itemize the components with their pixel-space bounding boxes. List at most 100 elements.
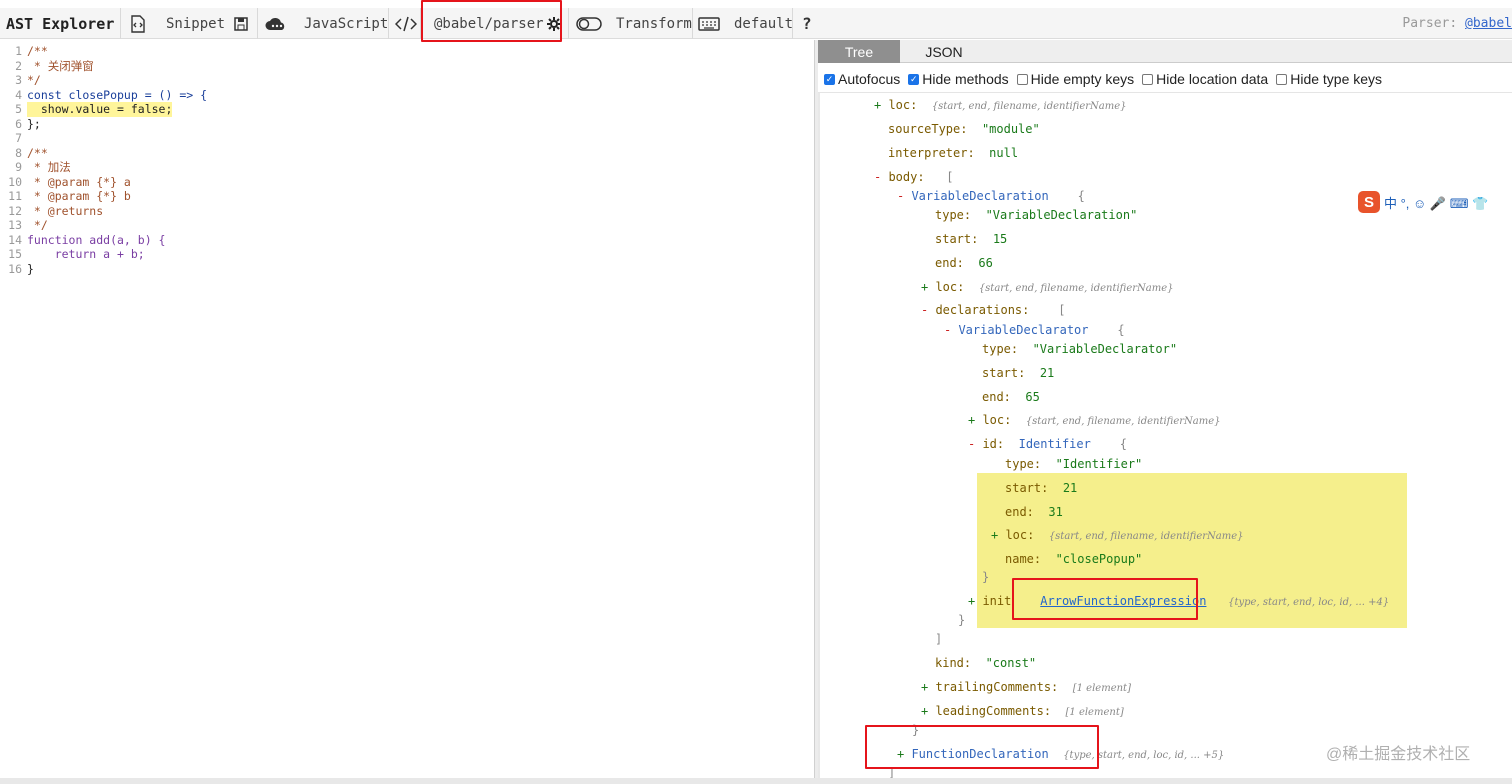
option-label: Hide methods — [922, 71, 1009, 87]
checkbox-hide-location-data[interactable] — [1142, 73, 1154, 85]
tree-node-type: type: "Identifier" — [1005, 456, 1142, 472]
tree-node-body[interactable]: - body: [ — [874, 169, 954, 185]
snippet-menu[interactable]: Snippet — [166, 8, 225, 39]
tree-node-id[interactable]: - id: Identifier { — [968, 436, 1127, 452]
node-key: sourceType: — [888, 122, 968, 136]
language-select[interactable]: JavaScript — [304, 8, 388, 39]
toggle-icon[interactable] — [576, 8, 602, 39]
line-number: 3 — [15, 73, 22, 87]
checkbox-autofocus[interactable]: ✓ — [824, 73, 835, 85]
code-text: } — [27, 261, 34, 276]
node-meta: {start, end, filename, identifierName} — [1048, 531, 1244, 542]
toolbar-divider — [120, 8, 121, 39]
node-type: VariableDeclarator — [958, 323, 1089, 337]
code-text: const closePopup = () => { — [27, 87, 208, 102]
tree-node-function-declaration[interactable]: + FunctionDeclaration {type, start, end,… — [897, 746, 1224, 762]
node-value: 15 — [992, 232, 1008, 246]
toolbar-divider — [568, 8, 569, 39]
keymap-select[interactable]: default — [734, 8, 793, 39]
node-key: start: — [982, 366, 1026, 380]
tree-node-variable-declarator[interactable]: - VariableDeclarator { — [944, 322, 1125, 338]
node-key: leadingComments: — [935, 704, 1052, 718]
line-number: 1 — [15, 44, 22, 58]
transform-toggle[interactable]: Transform — [616, 8, 692, 39]
output-panel: Tree JSON ✓ Autofocus ✓ Hide methods Hide … — [818, 40, 1512, 784]
tab-json[interactable]: JSON — [902, 40, 986, 63]
line-number: 15 — [8, 247, 22, 261]
tree-node-variable-declaration[interactable]: - VariableDeclaration { — [897, 188, 1085, 204]
option-hide-type-keys[interactable]: Hide type keys — [1276, 71, 1382, 87]
checkbox-hide-empty-keys[interactable] — [1016, 73, 1028, 85]
horizontal-scrollbar[interactable] — [0, 778, 1512, 784]
cloud-icon[interactable] — [264, 8, 288, 39]
option-label: Hide empty keys — [1030, 71, 1135, 87]
option-hide-location-data[interactable]: Hide location data — [1142, 71, 1268, 87]
tab-tree[interactable]: Tree — [818, 40, 900, 63]
line-number: 11 — [8, 189, 22, 203]
node-meta: [1 element] — [1065, 707, 1124, 718]
keyboard-icon[interactable] — [698, 8, 720, 39]
tree-node-leading-comments[interactable]: + leadingComments: [1 element] — [921, 703, 1124, 719]
code-editor[interactable]: 1 /** 2 * 关闭弹窗 3 */ 4 const closePopup = ()… — [0, 40, 814, 784]
node-key: end: — [935, 256, 964, 270]
node-value: 21 — [1062, 481, 1078, 495]
code-text: */ — [27, 218, 48, 232]
node-meta: {start, end, filename, identifierName} — [1025, 416, 1221, 427]
code-text: function add(a, b) { — [27, 232, 166, 247]
code-text: * 关闭弹窗 — [27, 58, 94, 73]
help-button[interactable]: ? — [802, 8, 812, 39]
tree-node-end: end: 31 — [1005, 504, 1063, 520]
node-key: id: — [982, 437, 1005, 451]
code-text: * @param {*} a — [27, 174, 131, 189]
tree-node-interpreter: interpreter: null — [888, 145, 1018, 161]
parser-link[interactable]: @babel — [1465, 16, 1512, 31]
tree-node-loc[interactable]: + loc: {start, end, filename, identifier… — [968, 412, 1221, 428]
code-icon[interactable] — [395, 8, 417, 39]
checkbox-hide-type-keys[interactable] — [1276, 73, 1288, 85]
node-key: declarations: — [935, 303, 1030, 317]
ime-status[interactable]: 中 °, ☺ 🎤 ⌨ 👕 — [1384, 193, 1488, 212]
checkbox-hide-methods[interactable]: ✓ — [908, 73, 920, 85]
tree-brace-close: } — [958, 613, 966, 627]
tree-node-start: start: 15 — [935, 231, 1007, 247]
gear-icon[interactable] — [546, 8, 562, 39]
code-text: return a + b; — [27, 247, 145, 261]
toolbar-divider — [257, 8, 258, 39]
ime-logo-icon[interactable]: S — [1358, 191, 1380, 213]
toolbar-divider — [792, 8, 793, 39]
tree-node-type: type: "VariableDeclarator" — [982, 341, 1177, 357]
output-tabs: Tree JSON — [818, 40, 1512, 63]
node-value: null — [989, 146, 1019, 160]
tree-node-trailing-comments[interactable]: + trailingComments: [1 element] — [921, 679, 1131, 695]
ime-toolbar[interactable]: S 中 °, ☺ 🎤 ⌨ 👕 — [1358, 190, 1488, 214]
node-key: init — [982, 594, 1012, 608]
node-value: "module" — [981, 122, 1040, 136]
node-key: loc: — [935, 280, 965, 294]
tree-node-kind: kind: "const" — [935, 655, 1036, 671]
node-meta: {type, start, end, loc, id, ... +4} — [1228, 597, 1390, 608]
parser-label: Parser: — [1402, 16, 1458, 31]
node-value: "const" — [985, 656, 1037, 670]
app-title: AST Explorer — [6, 14, 115, 33]
tree-node-init[interactable]: + init ArrowFunctionExpression {type, st… — [968, 593, 1389, 609]
tree-node-loc[interactable]: + loc: {start, end, filename, identifier… — [921, 279, 1174, 295]
option-hide-empty-keys[interactable]: Hide empty keys — [1016, 71, 1135, 87]
snippet-icon[interactable] — [128, 8, 148, 39]
tree-node-declarations[interactable]: - declarations: [ — [921, 302, 1066, 318]
save-icon[interactable] — [233, 8, 249, 39]
tree-node-loc[interactable]: + loc: {start, end, filename, identifier… — [991, 527, 1244, 543]
code-text: * @returns — [27, 203, 104, 218]
node-value: 65 — [1025, 390, 1040, 404]
code-text: /** — [27, 145, 48, 160]
line-number: 10 — [8, 174, 22, 189]
node-key: type: — [1005, 457, 1042, 471]
parser-select[interactable]: @babel/parser — [434, 8, 544, 39]
option-hide-methods[interactable]: ✓ Hide methods — [908, 71, 1009, 87]
option-autofocus[interactable]: ✓ Autofocus — [824, 71, 900, 87]
tree-node-loc[interactable]: + loc: {start, end, filename, identifier… — [874, 97, 1127, 113]
code-text: * @param {*} b — [27, 189, 131, 203]
toolbar: AST Explorer Snippet JavaScript @babel/p… — [0, 8, 1512, 39]
init-node-link[interactable]: ArrowFunctionExpression — [1040, 594, 1206, 608]
node-key: name: — [1005, 552, 1042, 566]
node-value: 21 — [1039, 366, 1055, 380]
